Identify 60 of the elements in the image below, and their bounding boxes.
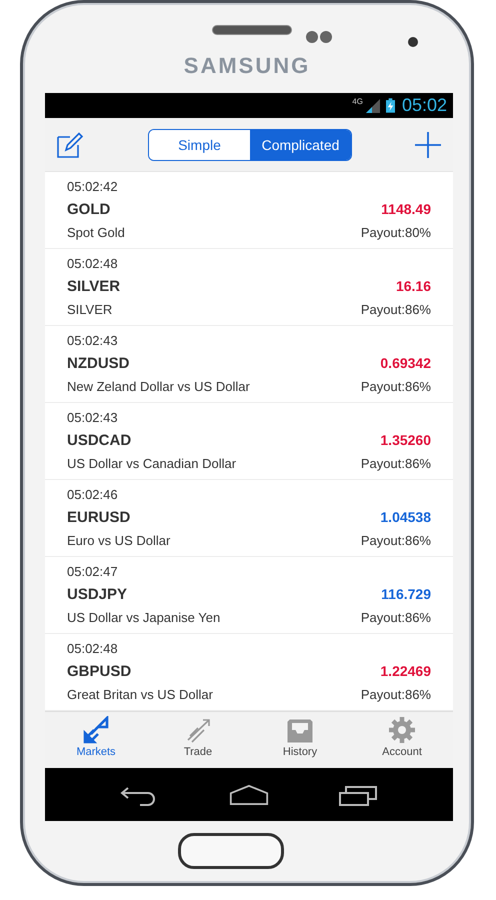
nav-tab[interactable]: Markets <box>45 712 147 768</box>
price-value: 1.04538 <box>380 508 431 527</box>
home-button[interactable] <box>178 833 284 869</box>
price-value: 16.16 <box>396 277 431 296</box>
quote-row[interactable]: 05:02:46 EURUSD 1.04538 Euro vs US Dollar Payout:86% <box>45 480 453 557</box>
quote-description: New Zeland Dollar vs US Dollar <box>67 378 250 395</box>
quote-row[interactable]: 05:02:43 NZDUSD 0.69342 New Zeland Dollar vs US Dollar Payout:86% <box>45 326 453 403</box>
quote-description: Euro vs US Dollar <box>67 532 170 549</box>
signal-icon <box>366 98 380 112</box>
segment-tab[interactable]: Complicated <box>250 130 351 160</box>
home-icon[interactable] <box>228 782 269 806</box>
quote-time: 05:02:43 <box>67 333 119 349</box>
quote-row[interactable]: 05:02:43 USDCAD 1.35260 US Dollar vs Canadian Dollar Payout:86% <box>45 403 453 480</box>
symbol-label: USDJPY <box>67 585 128 605</box>
edit-button[interactable] <box>55 130 85 160</box>
nav-tab[interactable]: History <box>249 712 351 768</box>
price-value: 1.35260 <box>380 431 431 450</box>
payout-label: Payout:86% <box>360 686 431 703</box>
symbol-label: USDCAD <box>67 431 132 451</box>
quote-time: 05:02:46 <box>67 487 119 503</box>
status-time: 05:02 <box>402 95 447 116</box>
gear-icon <box>388 716 416 744</box>
quote-row[interactable]: 05:02:48 SILVER 16.16 SILVER Payout:86% <box>45 249 453 326</box>
camera-lens <box>408 37 418 47</box>
quote-description: Spot Gold <box>67 224 125 241</box>
quote-row[interactable]: 05:02:47 USDJPY 116.729 US Dollar vs Japanise Yen Payout:86% <box>45 557 453 634</box>
plus-icon <box>414 130 442 158</box>
payout-label: Payout:86% <box>360 301 431 318</box>
arrows-icon <box>82 716 110 744</box>
price-value: 1148.49 <box>381 200 431 219</box>
symbol-label: SILVER <box>67 277 120 297</box>
payout-label: Payout:86% <box>360 455 431 472</box>
quote-time: 05:02:47 <box>67 564 119 580</box>
quote-time: 05:02:48 <box>67 641 119 657</box>
symbol-label: GBPUSD <box>67 662 132 682</box>
payout-label: Payout:86% <box>360 532 431 549</box>
nav-tab[interactable]: Trade <box>147 712 249 768</box>
nav-tab[interactable]: Account <box>351 712 453 768</box>
payout-label: Payout:86% <box>360 609 431 626</box>
edit-icon <box>56 130 84 158</box>
payout-label: Payout:86% <box>360 378 431 395</box>
add-button[interactable] <box>413 130 443 160</box>
quote-row[interactable]: 05:02:42 GOLD 1148.49 Spot Gold Payout:80% <box>45 172 453 249</box>
quote-description: US Dollar vs Canadian Dollar <box>67 455 236 472</box>
quote-time: 05:02:48 <box>67 256 119 272</box>
quote-time: 05:02:43 <box>67 410 119 426</box>
price-value: 1.22469 <box>380 662 431 681</box>
quote-description: SILVER <box>67 301 112 318</box>
network-label: 4G <box>352 97 363 106</box>
battery-icon <box>386 98 395 113</box>
price-value: 116.729 <box>381 585 431 604</box>
payout-label: Payout:80% <box>360 224 431 241</box>
quote-time: 05:02:42 <box>67 179 119 195</box>
quote-description: Great Britan vs US Dollar <box>67 686 213 703</box>
brand-logo: SAMSUNG <box>182 53 312 79</box>
symbol-label: NZDUSD <box>67 354 130 374</box>
symbol-label: EURUSD <box>67 508 130 528</box>
price-value: 0.69342 <box>380 354 431 373</box>
quote-description: US Dollar vs Japanise Yen <box>67 609 220 626</box>
symbol-label: GOLD <box>67 200 110 220</box>
